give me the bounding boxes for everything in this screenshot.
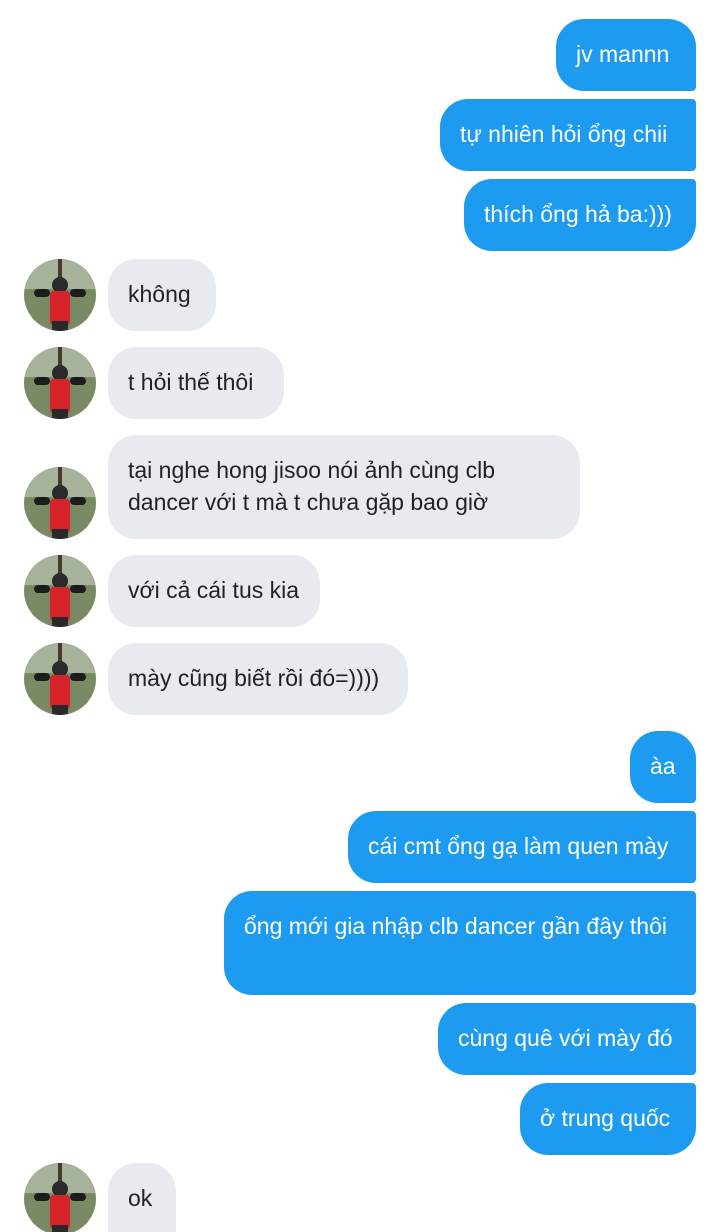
incoming-message-bubble[interactable]: mày cũng biết rồi đó=))))	[108, 643, 408, 715]
incoming-message-bubble[interactable]: t hỏi thế thôi	[108, 347, 284, 419]
outgoing-message-bubble[interactable]: cái cmt ổng gạ làm quen mày	[348, 811, 696, 883]
contact-avatar[interactable]	[24, 259, 96, 331]
outgoing-message-bubble[interactable]: cùng quê với mày đó	[438, 1003, 696, 1075]
incoming-message-bubble[interactable]: với cả cái tus kia	[108, 555, 320, 627]
outgoing-message-bubble[interactable]: tự nhiên hỏi ổng chii	[440, 99, 696, 171]
outgoing-message-bubble[interactable]: ở trung quốc	[520, 1083, 696, 1155]
avatar-photo-icon	[24, 643, 96, 715]
avatar-photo-icon	[24, 259, 96, 331]
avatar-photo-icon	[24, 347, 96, 419]
avatar-photo-icon	[24, 1163, 96, 1232]
contact-avatar[interactable]	[24, 1163, 96, 1232]
outgoing-message-bubble[interactable]: jv mannn	[556, 19, 696, 91]
contact-avatar[interactable]	[24, 347, 96, 419]
avatar-photo-icon	[24, 467, 96, 539]
incoming-message-bubble[interactable]: ok	[108, 1163, 176, 1232]
incoming-message-bubble[interactable]: không	[108, 259, 216, 331]
incoming-message-bubble[interactable]: tại nghe hong jisoo nói ảnh cùng clb dan…	[108, 435, 580, 539]
outgoing-message-bubble[interactable]: thích ổng hả ba:)))	[464, 179, 696, 251]
contact-avatar[interactable]	[24, 555, 96, 627]
chat-thread: jv mannn tự nhiên hỏi ổng chii thích ổng…	[0, 0, 720, 1232]
avatar-photo-icon	[24, 555, 96, 627]
outgoing-message-bubble[interactable]: àa	[630, 731, 696, 803]
outgoing-message-bubble[interactable]: ổng mới gia nhập clb dancer gần đây thôi	[224, 891, 696, 995]
contact-avatar[interactable]	[24, 643, 96, 715]
contact-avatar[interactable]	[24, 467, 96, 539]
